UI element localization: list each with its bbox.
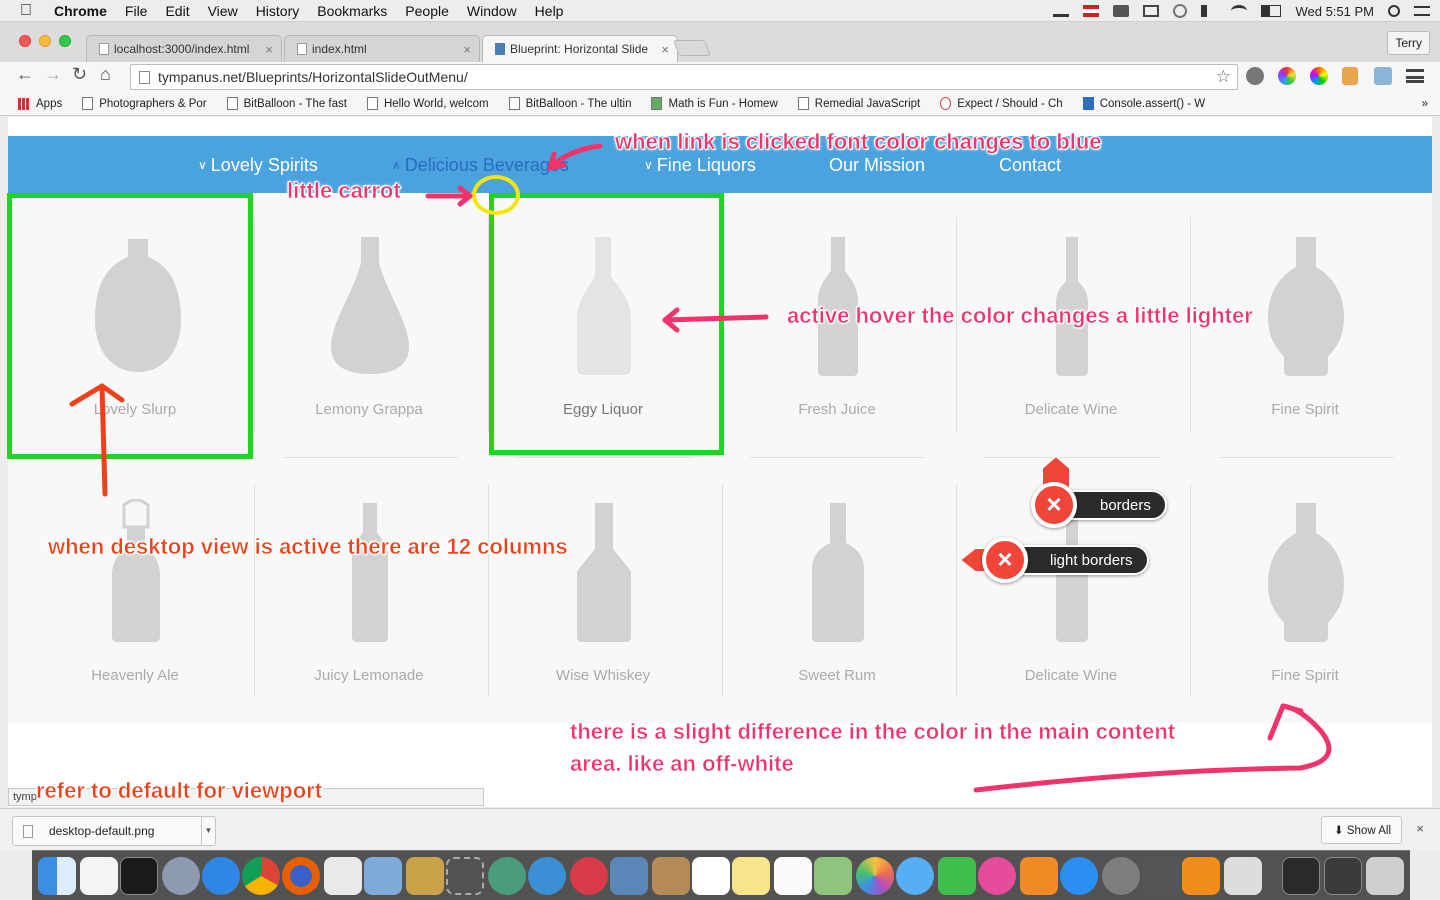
contacts-icon[interactable] — [652, 857, 690, 895]
sublime-text-icon[interactable] — [1142, 857, 1180, 895]
download-item[interactable]: desktop-default.png ▼ — [12, 816, 216, 846]
firefox-icon[interactable] — [282, 857, 320, 895]
photos-icon[interactable] — [856, 857, 894, 895]
window-thumbnail-icon[interactable] — [1324, 857, 1362, 895]
itunes-icon[interactable] — [978, 857, 1016, 895]
ibooks-icon[interactable] — [1020, 857, 1058, 895]
image-file-icon — [23, 824, 33, 838]
apps-grid-icon[interactable] — [324, 857, 362, 895]
annotation-offwhite-line2: area. like an off-white — [570, 751, 794, 777]
mail-icon[interactable] — [610, 857, 648, 895]
simplenote-icon[interactable] — [528, 857, 566, 895]
downloads-shelf: desktop-default.png ▼ ⬇ Show All × — [0, 808, 1440, 850]
facetime-icon[interactable] — [938, 857, 976, 895]
messages-icon[interactable] — [896, 857, 934, 895]
sublime-orange-icon[interactable] — [1182, 857, 1220, 895]
atom-icon[interactable] — [488, 857, 526, 895]
close-x-icon: × — [1031, 482, 1077, 528]
launchpad-icon[interactable] — [162, 857, 200, 895]
annotation-link-clicked: when link is clicked font color changes … — [615, 129, 1102, 155]
terminal-icon[interactable] — [120, 857, 158, 895]
chrome-icon[interactable] — [242, 857, 280, 895]
annotation-viewport: refer to default for viewport — [36, 778, 323, 804]
download-arrow-icon: ⬇ — [1334, 825, 1347, 837]
annotation-little-carrot: little carrot — [287, 178, 401, 204]
question-mark-icon[interactable] — [446, 857, 484, 895]
app-store-icon[interactable] — [1060, 857, 1098, 895]
mac-dock — [32, 850, 1410, 900]
safari-icon[interactable] — [202, 857, 240, 895]
finder-icon[interactable] — [38, 857, 76, 895]
polar-icon[interactable] — [1224, 857, 1262, 895]
annotation-12-columns: when desktop view is active there are 12… — [48, 534, 568, 560]
maps-icon[interactable] — [814, 857, 852, 895]
annotation-offwhite-line1: there is a slight difference in the colo… — [570, 719, 1176, 745]
system-preferences-icon[interactable] — [1102, 857, 1140, 895]
textedit-icon[interactable] — [80, 857, 118, 895]
preview-icon[interactable] — [364, 857, 402, 895]
calendar-icon[interactable] — [692, 857, 730, 895]
trash-icon[interactable] — [1366, 857, 1404, 895]
window-thumbnail-icon[interactable] — [1282, 857, 1320, 895]
annotation-hover: active hover the color changes a little … — [787, 303, 1253, 329]
transmit-icon[interactable] — [406, 857, 444, 895]
notes-icon[interactable] — [732, 857, 770, 895]
sparrow-icon[interactable] — [570, 857, 608, 895]
close-x-icon: × — [982, 537, 1028, 583]
show-all-button[interactable]: ⬇ Show All — [1321, 816, 1402, 844]
close-shelf-icon[interactable]: × — [1416, 821, 1424, 836]
download-filename: desktop-default.png — [49, 824, 155, 838]
chevron-down-icon[interactable]: ▼ — [201, 817, 215, 845]
reminders-icon[interactable] — [774, 857, 812, 895]
